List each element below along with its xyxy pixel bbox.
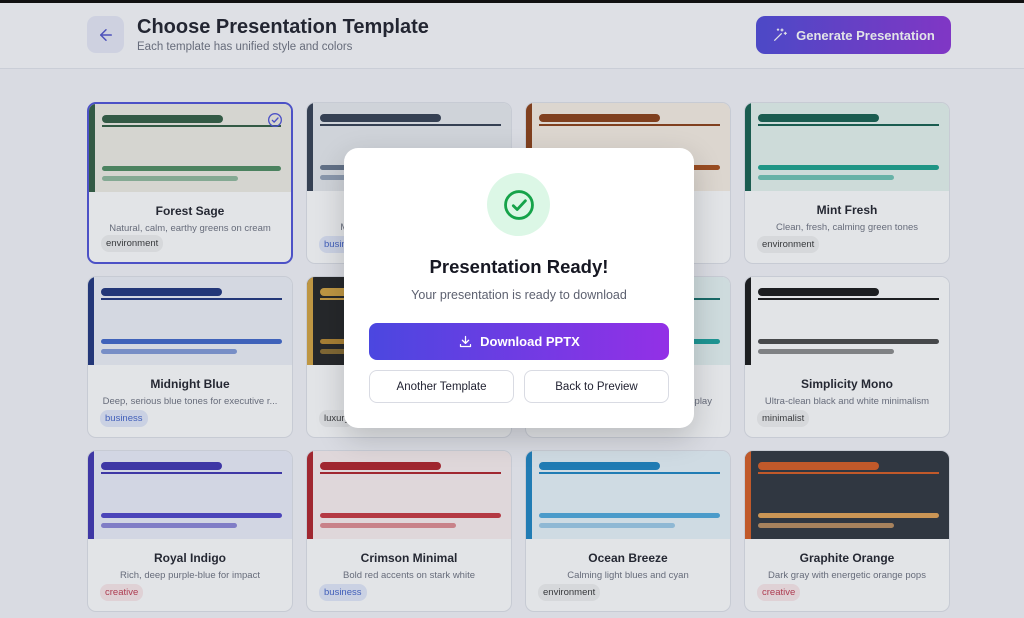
presentation-ready-dialog: Presentation Ready! Your presentation is… xyxy=(344,148,694,428)
another-template-label: Another Template xyxy=(396,380,487,393)
check-circle-icon xyxy=(503,189,534,220)
download-pptx-label: Download PPTX xyxy=(480,334,580,349)
download-pptx-button[interactable]: Download PPTX xyxy=(369,323,669,360)
back-to-preview-button[interactable]: Back to Preview xyxy=(524,370,669,403)
dialog-subtitle: Your presentation is ready to download xyxy=(411,288,627,302)
dialog-title: Presentation Ready! xyxy=(429,256,609,277)
success-badge xyxy=(487,173,550,236)
another-template-button[interactable]: Another Template xyxy=(369,370,514,403)
download-icon xyxy=(460,335,472,348)
back-to-preview-label: Back to Preview xyxy=(555,380,638,393)
